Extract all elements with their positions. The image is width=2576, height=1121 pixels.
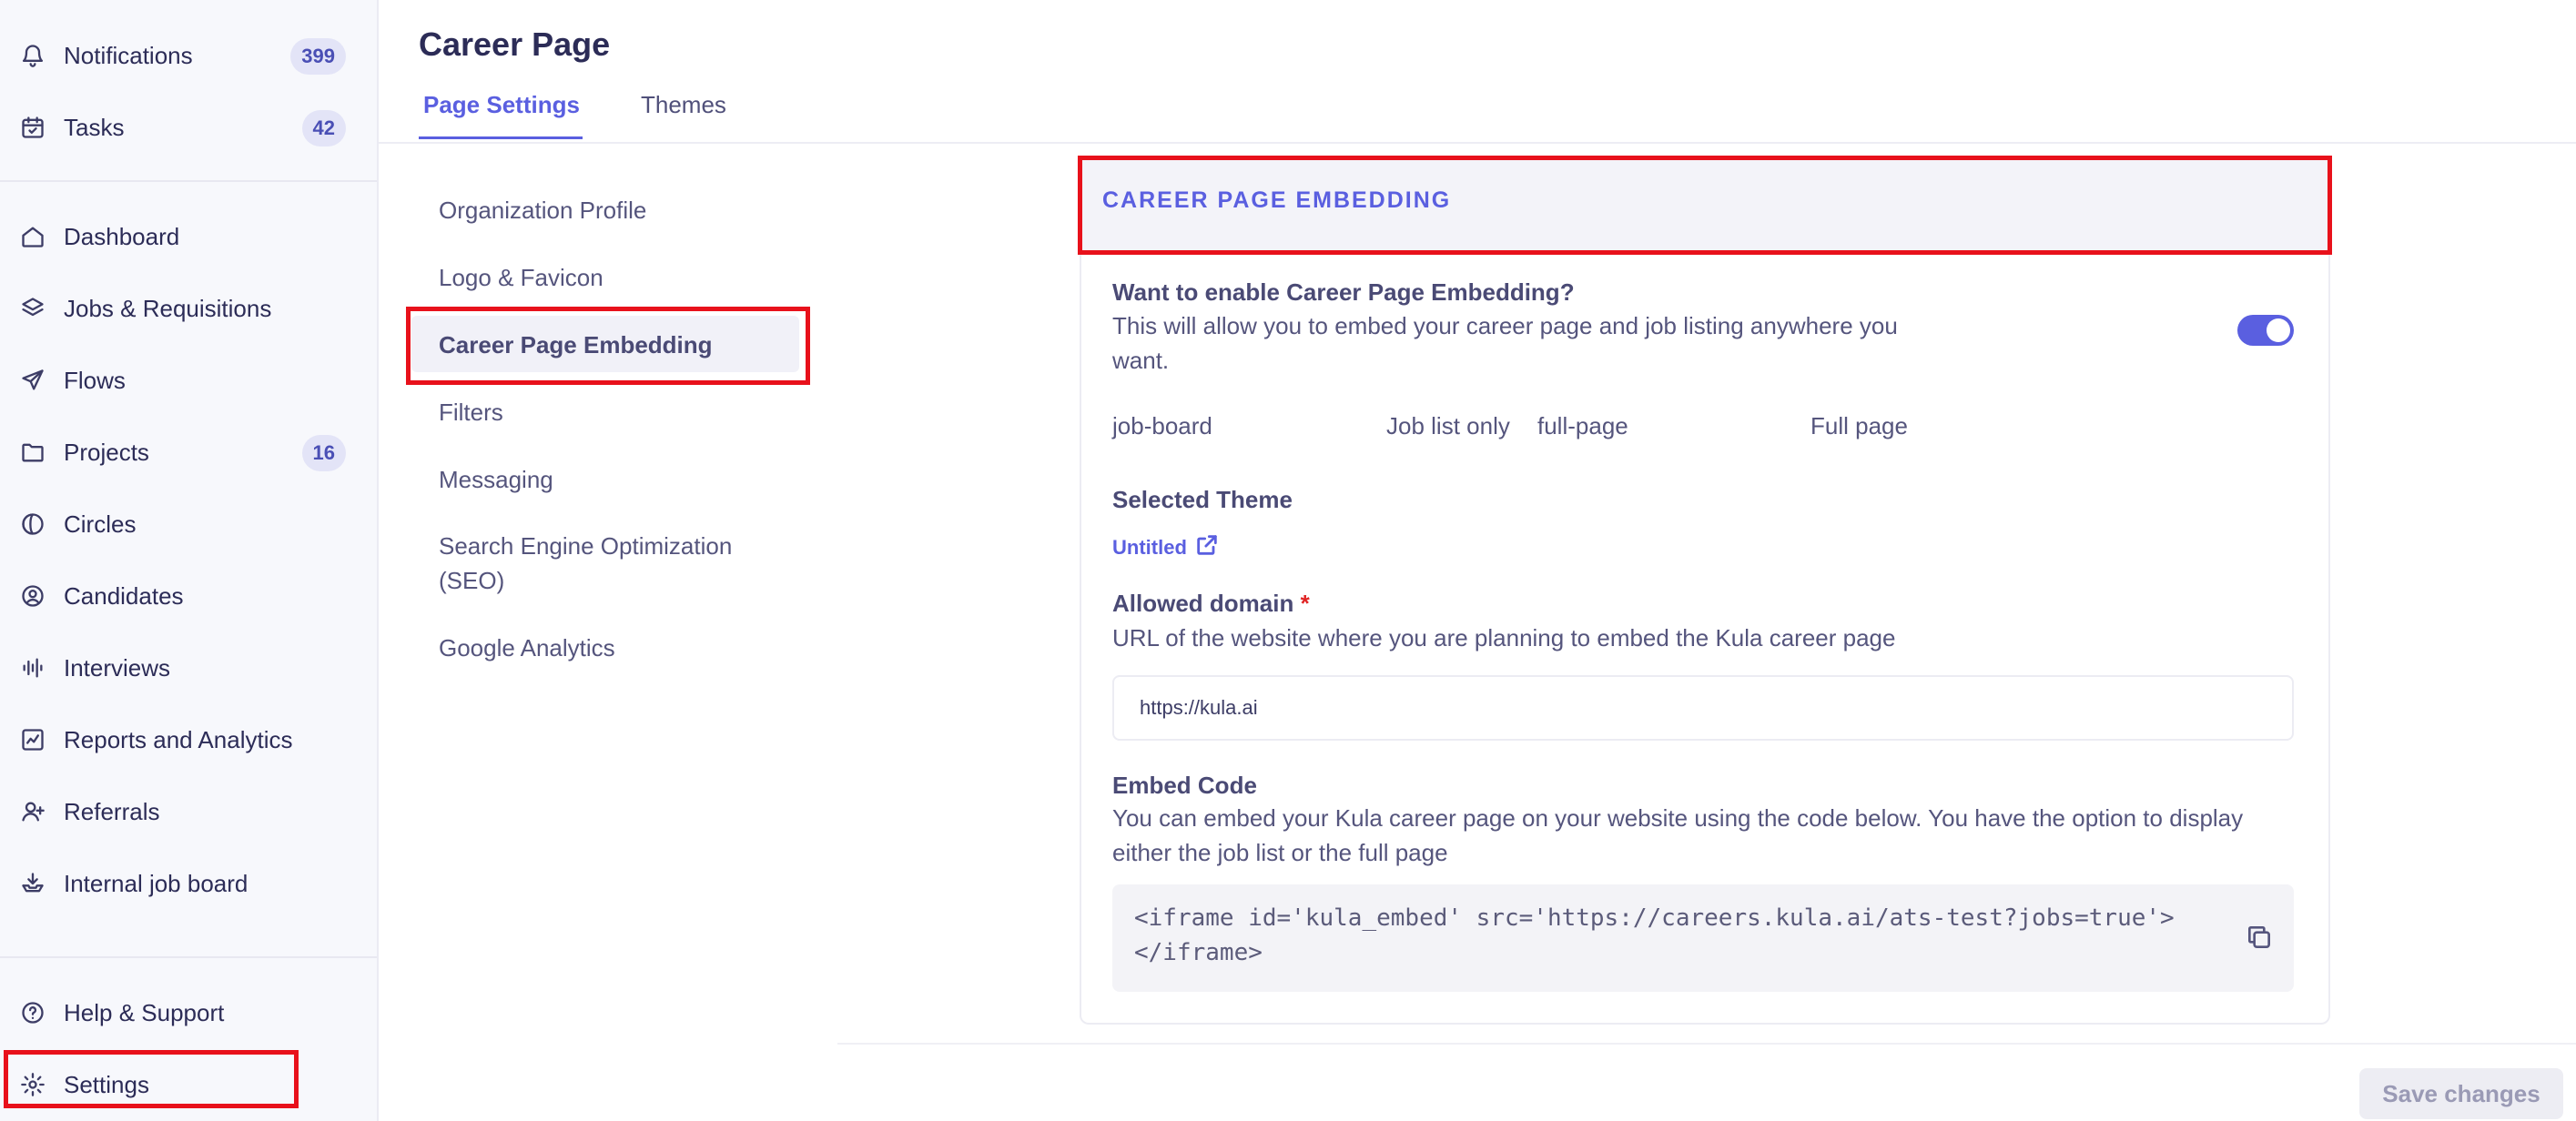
allowed-domain-label: Allowed domain * (1112, 590, 1310, 618)
submenu-item-google-analytics[interactable]: Google Analytics (439, 631, 615, 665)
sidebar: Notifications 399 Tasks 42 Dashboard Job… (0, 0, 379, 1121)
sidebar-item-label: Circles (64, 510, 137, 538)
sidebar-divider (0, 180, 377, 182)
submenu-item-seo[interactable]: Search Engine Optimization (SEO) (439, 529, 785, 598)
user-plus-icon (20, 799, 46, 824)
sidebar-item-reports-analytics[interactable]: Reports and Analytics (0, 711, 379, 769)
submenu-item-logo-favicon[interactable]: Logo & Favicon (439, 260, 603, 295)
option-full-page-label: Full page (1810, 412, 1908, 439)
sidebar-item-label: Candidates (64, 581, 184, 610)
allowed-domain-input[interactable] (1112, 675, 2294, 741)
enable-embedding-toggle[interactable] (2237, 315, 2294, 346)
sidebar-item-label: Help & Support (64, 998, 225, 1026)
copy-icon[interactable] (2245, 923, 2274, 952)
folder-icon (20, 439, 46, 465)
footer-divider (837, 1043, 2576, 1045)
layers-icon (20, 296, 46, 321)
sidebar-item-label: Notifications (64, 41, 193, 69)
sidebar-item-label: Internal job board (64, 869, 248, 897)
bell-icon (20, 43, 46, 68)
sidebar-item-label: Interviews (64, 653, 171, 682)
submenu-highlight-box (406, 307, 810, 385)
embed-code-text: <iframe id='kula_embed' src='https://car… (1134, 901, 2175, 970)
sidebar-item-help-support[interactable]: Help & Support (0, 984, 379, 1042)
projects-count-badge: 16 (301, 435, 346, 471)
sidebar-item-flows[interactable]: Flows (0, 351, 379, 409)
sidebar-item-notifications[interactable]: Notifications 399 (0, 26, 379, 85)
home-icon (20, 224, 46, 249)
sidebar-item-jobs-requisitions[interactable]: Jobs & Requisitions (0, 279, 379, 338)
option-job-board-label: Job list only (1386, 412, 1510, 439)
option-full-page-value[interactable]: full-page (1537, 409, 1628, 443)
selected-theme-link[interactable]: Untitled (1112, 532, 1220, 563)
embed-code-description: You can embed your Kula career page on y… (1112, 804, 2244, 866)
sidebar-item-label: Referrals (64, 797, 160, 825)
sidebar-item-label: Reports and Analytics (64, 725, 293, 753)
notification-count-badge: 399 (290, 38, 346, 75)
active-tab-underline (419, 136, 583, 139)
submenu-item-organization-profile[interactable]: Organization Profile (439, 193, 646, 227)
external-link-icon (1187, 532, 1220, 563)
header-divider (379, 142, 2576, 144)
embed-code-line-1: <iframe id='kula_embed' src='https://car… (1134, 904, 2175, 932)
sidebar-item-label: Jobs & Requisitions (64, 294, 272, 322)
sidebar-item-interviews[interactable]: Interviews (0, 639, 379, 697)
chart-icon (20, 727, 46, 752)
embed-code-block[interactable]: <iframe id='kula_embed' src='https://car… (1112, 884, 2294, 992)
embed-code-line-2: </iframe> (1134, 939, 1263, 966)
sidebar-item-label: Flows (64, 366, 126, 394)
allowed-domain-label-text: Allowed domain (1112, 590, 1294, 617)
sidebar-item-projects[interactable]: Projects 16 (0, 423, 379, 481)
enable-embedding-title: Want to enable Career Page Embedding? (1112, 278, 1575, 306)
sidebar-item-label: Projects (64, 438, 149, 466)
inbox-stack-icon (20, 871, 46, 896)
tab-themes[interactable]: Themes (641, 91, 726, 119)
audio-wave-icon (20, 655, 46, 681)
circle-half-icon (20, 511, 46, 537)
save-changes-button[interactable]: Save changes (2359, 1068, 2563, 1119)
allowed-domain-description: URL of the website where you are plannin… (1112, 624, 1896, 651)
selected-theme-label: Selected Theme (1112, 486, 1293, 513)
submenu-item-filters[interactable]: Filters (439, 395, 503, 429)
sidebar-item-label: Dashboard (64, 222, 180, 250)
required-asterisk: * (1300, 590, 1310, 617)
sidebar-item-referrals[interactable]: Referrals (0, 783, 379, 841)
user-circle-icon (20, 583, 46, 609)
submenu-item-messaging[interactable]: Messaging (439, 462, 553, 497)
tab-page-settings[interactable]: Page Settings (423, 91, 580, 119)
toggle-knob (2267, 318, 2290, 342)
embed-code-label: Embed Code (1112, 772, 1257, 799)
section-highlight-box (1078, 156, 2332, 255)
option-job-board-value[interactable]: job-board (1112, 409, 1212, 443)
selected-theme-name: Untitled (1112, 536, 1187, 559)
sidebar-item-candidates[interactable]: Candidates (0, 567, 379, 625)
sidebar-item-internal-job-board[interactable]: Internal job board (0, 854, 379, 913)
sidebar-divider (0, 956, 377, 958)
sidebar-item-circles[interactable]: Circles (0, 495, 379, 553)
sidebar-item-dashboard[interactable]: Dashboard (0, 207, 379, 266)
enable-embedding-description: This will allow you to embed your career… (1112, 312, 1898, 374)
sidebar-item-label: Tasks (64, 113, 125, 141)
calendar-check-icon (20, 115, 46, 140)
send-icon (20, 368, 46, 393)
tasks-count-badge: 42 (301, 110, 346, 146)
sidebar-item-tasks[interactable]: Tasks 42 (0, 98, 379, 157)
page-title: Career Page (419, 25, 611, 63)
question-circle-icon (20, 1000, 46, 1025)
settings-highlight-box (4, 1050, 299, 1108)
